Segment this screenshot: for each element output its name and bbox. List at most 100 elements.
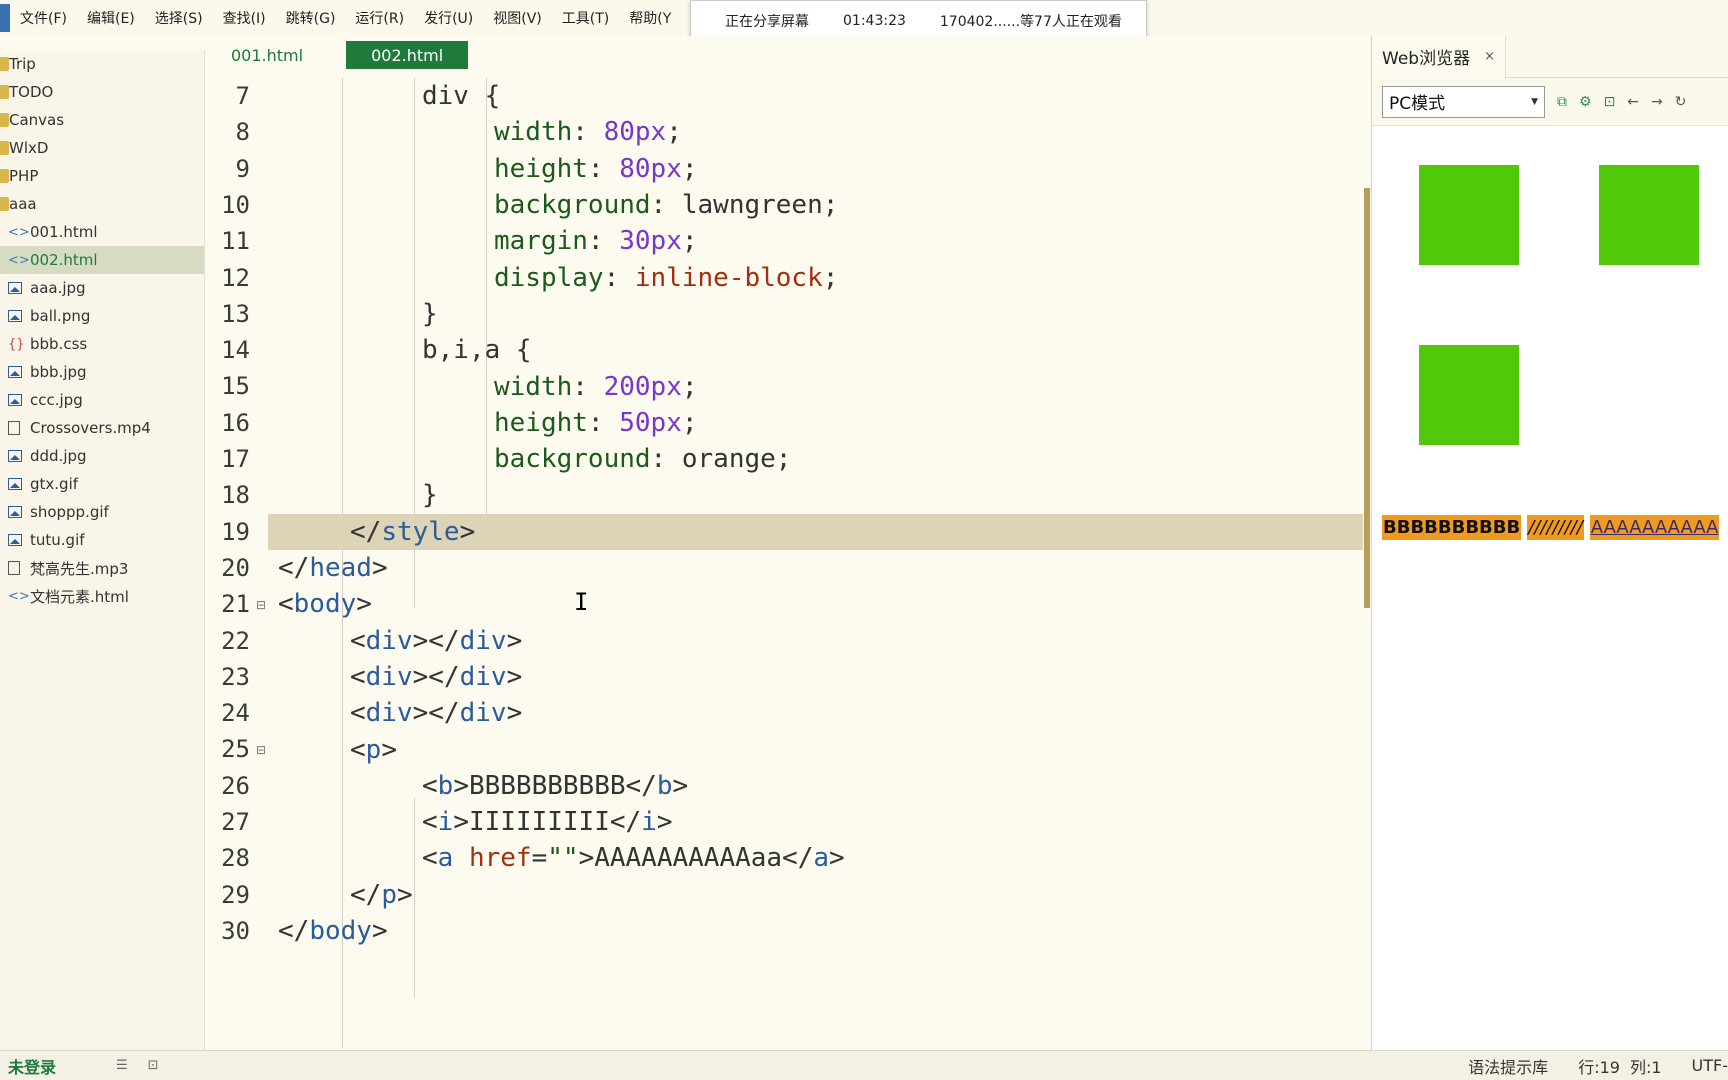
code-line: height: 80px; [494, 151, 1370, 187]
code-token: style [381, 516, 460, 547]
code-token: ; [822, 262, 839, 293]
sidebar-item-file[interactable]: Crossovers.mp4 [0, 414, 204, 442]
sidebar-item-label: Crossovers.mp4 [30, 419, 151, 437]
scrollbar[interactable] [1364, 188, 1370, 608]
sidebar-item-file[interactable]: 梵高先生.mp3 [0, 554, 204, 582]
sidebar-item-image[interactable]: tutu.gif [0, 526, 204, 554]
code-token: = [531, 843, 548, 874]
sidebar-item-image[interactable]: ccc.jpg [0, 386, 204, 414]
menu-publish[interactable]: 发行(U) [414, 8, 483, 28]
fold-toggle-icon[interactable]: ⊟ [256, 743, 266, 757]
sidebar-item-image[interactable]: gtx.gif [0, 470, 204, 498]
open-external-icon[interactable]: ⧉ [1557, 94, 1567, 110]
sidebar-item-css[interactable]: {} bbb.css [0, 330, 204, 358]
share-viewers: 170402......等77人正在观看 [939, 14, 1122, 30]
menu-edit[interactable]: 编辑(E) [77, 8, 145, 28]
login-status[interactable]: 未登录 [8, 1054, 56, 1078]
sidebar-item-html[interactable]: <> 文档元素.html [0, 582, 204, 610]
code-token: </ [350, 516, 382, 547]
code-line: width: 80px; [494, 114, 1370, 150]
preview-link[interactable]: AAAAAAAAAA [1589, 515, 1720, 540]
code-token: 50px [619, 407, 682, 438]
code-token: 30px [619, 226, 682, 257]
menu-find[interactable]: 查找(I) [213, 8, 276, 28]
code-token: </ [278, 553, 310, 584]
menu-view[interactable]: 视图(V) [483, 8, 552, 28]
line-number: 11 [221, 227, 250, 256]
list-icon[interactable]: ☰ [116, 1058, 128, 1073]
menu-goto[interactable]: 跳转(G) [276, 8, 346, 28]
sidebar-item-folder[interactable]: PHP [0, 162, 204, 190]
back-arrow-icon[interactable]: ← [1627, 94, 1639, 110]
code-token: ; [681, 153, 698, 184]
code-token: : [650, 444, 682, 475]
sidebar-item-folder[interactable]: aaa [0, 190, 204, 218]
tab-002-html[interactable]: 002.html [346, 41, 469, 69]
code-token: height [494, 407, 588, 438]
line-number: 7 [235, 82, 250, 110]
folder-icon [0, 197, 9, 211]
code-token: > [656, 807, 673, 838]
line-number: 19 [221, 517, 250, 546]
code-editor[interactable]: 7 div {8 width: 80px; 9 height: 80px; 10 backg… [206, 78, 1370, 1048]
mode-select-value: PC模式 [1389, 94, 1446, 114]
mode-select[interactable]: PC模式 ▼ [1382, 85, 1545, 118]
code-token: 80px [603, 117, 667, 148]
code-token: i [641, 807, 657, 838]
project-explorer: Trip TODO Canvas WlxD PHP aaa <> 001.html <> 002.… [0, 50, 205, 1050]
menu-help[interactable]: 帮助(Y [619, 8, 681, 28]
code-file-icon: <> [8, 224, 30, 240]
sidebar-item-image[interactable]: shoppp.gif [0, 498, 204, 526]
folder-icon [0, 141, 9, 155]
code-token: background [494, 444, 651, 475]
preview-toolbar: PC模式 ▼ ⧉ ⚙ ⊡ ← → ↻ [1372, 78, 1728, 126]
code-line: b,i,a { [422, 332, 1370, 368]
line-number: 29 [221, 880, 250, 909]
console-icon[interactable]: ⊡ [1604, 94, 1616, 110]
sidebar-item-image[interactable]: ddd.jpg [0, 442, 204, 470]
sidebar-item-label: ball.png [30, 307, 91, 325]
tab-web-browser[interactable]: Web浏览器 × [1372, 35, 1506, 78]
folder-icon [0, 169, 9, 183]
folder-icon [0, 113, 9, 127]
tab-001-html[interactable]: 001.html [206, 41, 328, 69]
line-number: 25 [221, 735, 250, 764]
code-token: > [459, 516, 476, 547]
menu-select[interactable]: 选择(S) [145, 8, 213, 28]
sidebar-item-label: Trip [9, 55, 36, 73]
code-token: ; [775, 444, 792, 475]
menu-file[interactable]: 文件(F) [10, 8, 77, 28]
line-number: 23 [221, 662, 250, 691]
sidebar-item-image[interactable]: ball.png [0, 302, 204, 330]
reload-icon[interactable]: ↻ [1675, 94, 1687, 110]
fold-toggle-icon[interactable]: ⊟ [256, 598, 266, 612]
close-icon[interactable]: × [1484, 49, 1495, 64]
sidebar-item-folder[interactable]: Canvas [0, 106, 204, 134]
line-number: 26 [221, 771, 250, 800]
code-token: body [309, 916, 372, 947]
sidebar-item-html[interactable]: <> 002.html [0, 246, 204, 274]
terminal-icon[interactable]: ⊡ [148, 1058, 159, 1073]
sidebar-item-folder[interactable]: TODO [0, 78, 204, 106]
gear-icon[interactable]: ⚙ [1579, 94, 1592, 110]
editor-tabs: 001.html 002.html [206, 36, 1370, 74]
sidebar-item-image[interactable]: bbb.jpg [0, 358, 204, 386]
code-line: </style > [350, 514, 1370, 550]
line-number: 14 [221, 336, 250, 365]
encoding[interactable]: UTF- [1692, 1056, 1728, 1075]
folder-icon [0, 57, 9, 71]
syntax-hint-library[interactable]: 语法提示库 [1468, 1054, 1548, 1078]
code-line: < a href = "" >AAAAAAAAAAaa</a > [422, 840, 1370, 876]
menu-tools[interactable]: 工具(T) [552, 8, 619, 28]
menu-run[interactable]: 运行(R) [345, 8, 414, 28]
forward-arrow-icon[interactable]: → [1651, 94, 1663, 110]
image-file-icon [8, 282, 22, 294]
sidebar-item-html[interactable]: <> 001.html [0, 218, 204, 246]
share-time: 01:43:23 [843, 13, 906, 29]
sidebar-item-folder[interactable]: WlxD [0, 134, 204, 162]
code-token: : [572, 117, 604, 148]
sidebar-item-folder[interactable]: Trip [0, 50, 204, 78]
css-file-icon: {} [8, 336, 25, 352]
code-token: width [494, 371, 573, 402]
sidebar-item-image[interactable]: aaa.jpg [0, 274, 204, 302]
